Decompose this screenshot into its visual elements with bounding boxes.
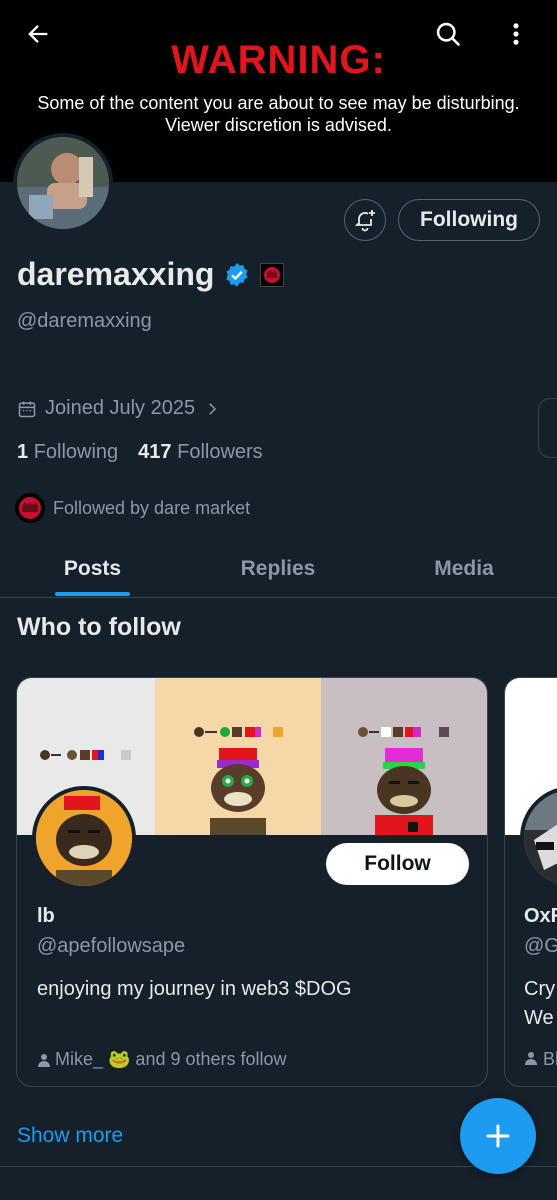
- back-button[interactable]: [16, 12, 60, 56]
- suggestion-card[interactable]: Follow lb @apefollowsape enjoying my jou…: [16, 677, 488, 1087]
- joined-text: Joined July 2025: [45, 397, 196, 419]
- warning-line-1: Some of the content you are about to see…: [37, 93, 520, 113]
- warning-title: WARNING:: [171, 38, 386, 82]
- bell-plus-icon: [354, 210, 375, 232]
- search-icon: [436, 22, 460, 46]
- side-edge-handle[interactable]: [538, 398, 557, 458]
- compose-button[interactable]: [460, 1098, 536, 1174]
- card-name[interactable]: OxF: [524, 905, 557, 928]
- tab-replies[interactable]: Replies: [185, 540, 371, 598]
- person-icon: [525, 1052, 537, 1065]
- follow-button[interactable]: Follow: [326, 843, 469, 885]
- search-button[interactable]: [426, 12, 470, 56]
- show-more-link[interactable]: Show more: [17, 1124, 123, 1148]
- affiliation-badge-icon[interactable]: [260, 262, 285, 287]
- following-stat[interactable]: 1 Following: [17, 441, 118, 464]
- profile-handle: @daremaxxing: [17, 310, 152, 332]
- profile-tabs: Posts Replies Media: [0, 540, 557, 598]
- joined-date[interactable]: Joined July 2025: [17, 397, 221, 420]
- divider: [0, 1166, 557, 1167]
- who-to-follow-title: Who to follow: [17, 613, 181, 641]
- back-arrow-icon: [28, 25, 48, 43]
- tab-posts[interactable]: Posts: [0, 540, 185, 598]
- person-icon: [38, 1053, 50, 1067]
- card-handle: @apefollowsape: [37, 935, 186, 957]
- display-name: daremaxxing: [17, 256, 215, 292]
- profile-name-row: daremaxxing: [17, 256, 285, 293]
- avatar-photo: [17, 137, 109, 229]
- followed-by[interactable]: Followed by dare market: [15, 493, 250, 523]
- warning-line-2: Viewer discretion is advised.: [165, 115, 392, 135]
- card-social-proof: Bl: [524, 1049, 557, 1070]
- card-handle: @G: [524, 935, 557, 957]
- verified-badge-icon[interactable]: [224, 262, 250, 288]
- card-bio: Cry: [524, 978, 556, 1000]
- card-name[interactable]: lb: [37, 905, 55, 928]
- calendar-icon: [18, 401, 36, 417]
- followers-stat[interactable]: 417 Followers: [138, 441, 263, 464]
- more-button[interactable]: [494, 12, 538, 56]
- following-button[interactable]: Following: [398, 199, 540, 241]
- notifications-button[interactable]: [344, 199, 386, 241]
- chevron-right-icon: [209, 402, 217, 415]
- tab-media[interactable]: Media: [371, 540, 557, 598]
- card-bio: We: [524, 1007, 554, 1029]
- followed-by-text: Followed by dare market: [53, 497, 251, 518]
- warning-text: Some of the content you are about to see…: [0, 92, 557, 136]
- card-bio: enjoying my journey in web3 $DOG: [37, 978, 352, 1000]
- card-social-proof: Mike_ 🐸 and 9 others follow: [37, 1049, 287, 1070]
- plus-icon: [486, 1124, 510, 1148]
- follow-stats: 1 Following 417 Followers: [17, 441, 263, 464]
- social-proof-text: Mike_ 🐸 and 9 others follow: [55, 1049, 287, 1069]
- profile-avatar[interactable]: [13, 133, 113, 233]
- more-vertical-icon: [513, 23, 519, 45]
- social-proof-text: Bl: [543, 1049, 557, 1069]
- follower-avatar: [15, 493, 45, 523]
- card-avatar[interactable]: [32, 786, 136, 890]
- active-tab-indicator: [55, 592, 130, 596]
- suggestion-card[interactable]: OxF @G Cry We Bl: [504, 677, 557, 1087]
